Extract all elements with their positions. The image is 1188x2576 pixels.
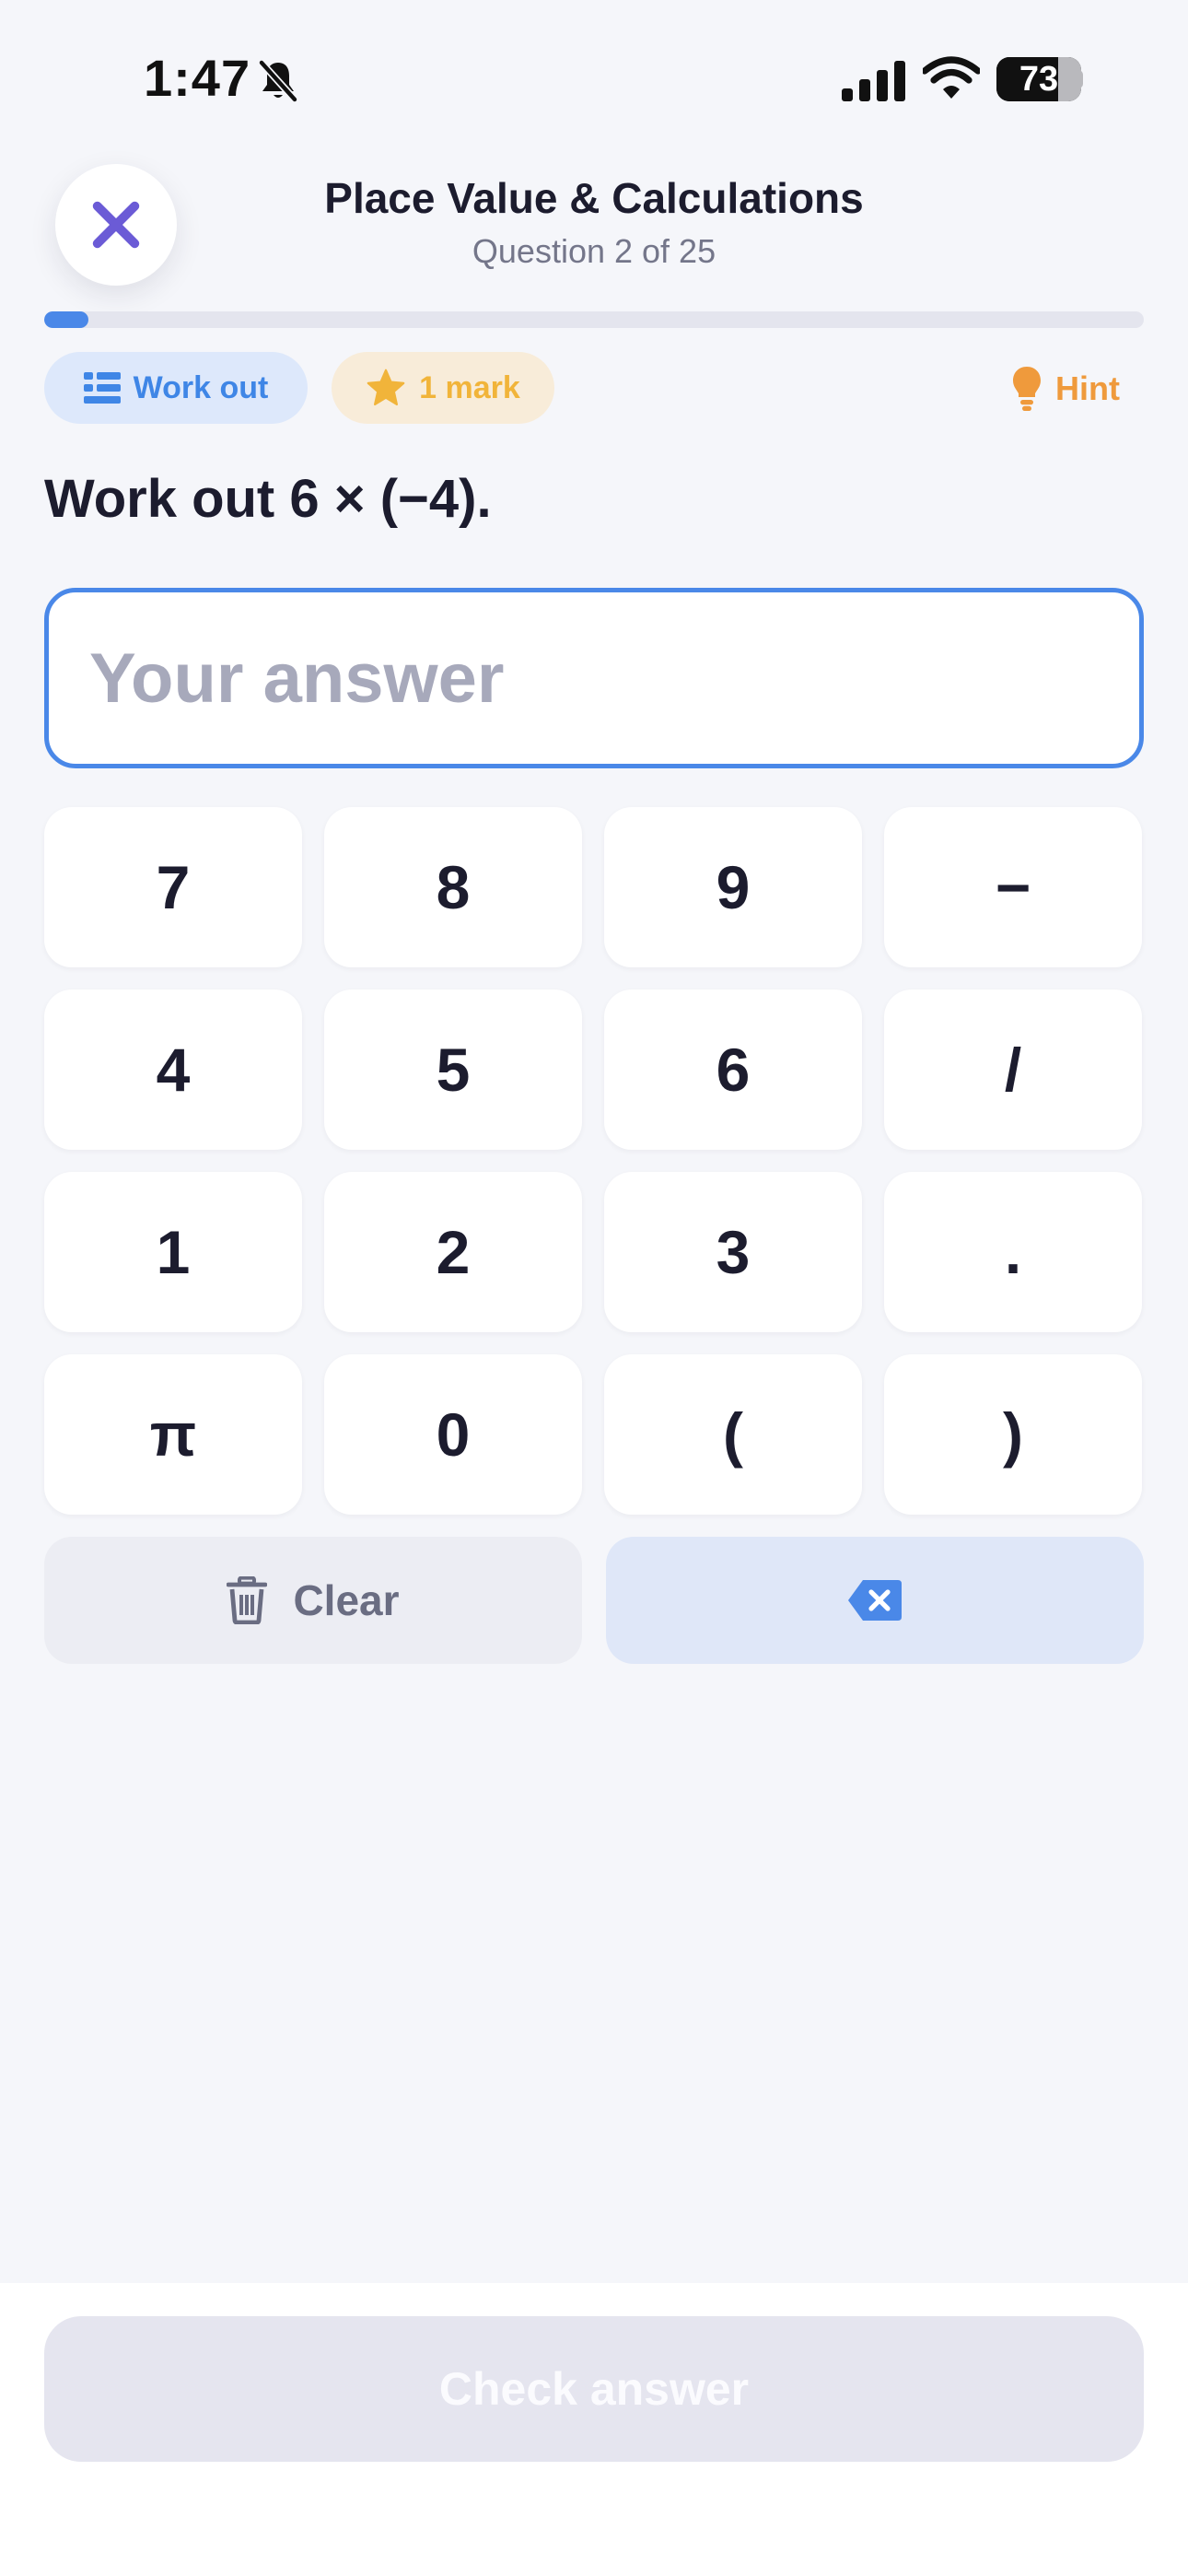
star-icon <box>367 369 405 406</box>
question-type-label: Work out <box>133 369 269 405</box>
answer-input[interactable] <box>44 588 1144 768</box>
trash-icon <box>227 1576 268 1624</box>
battery-level: 73 <box>1019 59 1059 99</box>
backspace-button[interactable] <box>606 1537 1144 1664</box>
clear-label: Clear <box>293 1576 400 1624</box>
key-5[interactable]: 5 <box>324 989 582 1150</box>
key-decimal-point[interactable]: . <box>884 1172 1142 1332</box>
bell-muted-icon <box>259 60 297 102</box>
clear-button[interactable]: Clear <box>44 1537 582 1664</box>
battery-indicator: 73 <box>996 57 1081 101</box>
wifi-icon <box>923 56 980 99</box>
lightbulb-icon <box>1013 367 1041 411</box>
key-slash[interactable]: / <box>884 989 1142 1150</box>
hint-label: Hint <box>1055 369 1120 407</box>
status-bar: 1:47 73 <box>0 0 1188 147</box>
marks-label: 1 mark <box>419 369 520 405</box>
progress-fill <box>44 311 88 328</box>
key-7[interactable]: 7 <box>44 807 302 967</box>
backspace-icon <box>848 1580 902 1621</box>
key-0[interactable]: 0 <box>324 1354 582 1515</box>
key-6[interactable]: 6 <box>604 989 862 1150</box>
marks-badge: 1 mark <box>332 352 554 424</box>
progress-bar <box>44 311 1144 328</box>
hint-button[interactable]: Hint <box>1013 361 1120 416</box>
key-minus[interactable]: − <box>884 807 1142 967</box>
status-time: 1:47 <box>144 49 251 107</box>
quiz-title: Place Value & Calculations <box>324 174 864 222</box>
question-text: Work out 6 × (−4). <box>44 469 492 529</box>
key-4[interactable]: 4 <box>44 989 302 1150</box>
key-8[interactable]: 8 <box>324 807 582 967</box>
key-open-parenthesis[interactable]: ( <box>604 1354 862 1515</box>
battery-nub <box>1076 70 1083 88</box>
list-icon <box>83 372 121 404</box>
key-pi[interactable]: π <box>44 1354 302 1515</box>
question-type-badge: Work out <box>44 352 308 424</box>
keypad: 7 8 9 − 4 5 6 / 1 2 3 . π 0 ( ) <box>44 807 1144 1515</box>
key-close-parenthesis[interactable]: ) <box>884 1354 1142 1515</box>
question-counter: Question 2 of 25 <box>472 232 716 270</box>
key-9[interactable]: 9 <box>604 807 862 967</box>
check-answer-button[interactable]: Check answer <box>44 2316 1144 2462</box>
key-2[interactable]: 2 <box>324 1172 582 1332</box>
cellular-signal-icon <box>842 61 905 101</box>
bottom-bar: Check answer <box>0 2283 1188 2576</box>
key-1[interactable]: 1 <box>44 1172 302 1332</box>
key-3[interactable]: 3 <box>604 1172 862 1332</box>
